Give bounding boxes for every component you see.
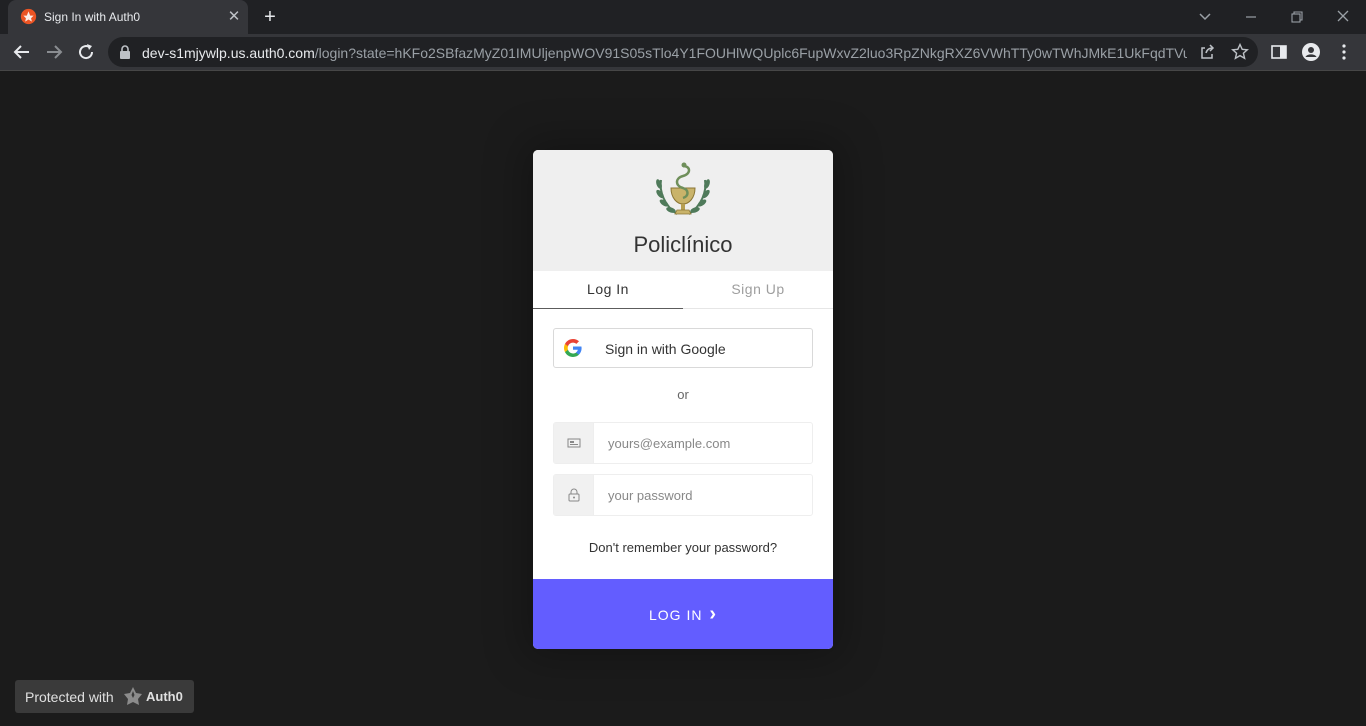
url-text: dev-s1mjywlp.us.auth0.com/login?state=hK… (142, 45, 1187, 61)
page-content: Policlínico Log In Sign Up Sign in with … (0, 71, 1366, 726)
browser-tabstrip: Sign In with Auth0 ✕ + (0, 0, 1366, 34)
auth0-favicon-icon (20, 8, 37, 25)
login-submit-button[interactable]: LOG IN › (533, 579, 833, 649)
app-name: Policlínico (633, 232, 733, 257)
tab-search-icon[interactable] (1194, 6, 1216, 28)
envelope-icon (567, 438, 581, 448)
menu-kebab-icon[interactable] (1334, 42, 1354, 62)
forgot-password-link[interactable]: Don't remember your password? (533, 540, 833, 555)
google-signin-label: Sign in with Google (605, 341, 726, 357)
forward-icon[interactable] (42, 40, 66, 64)
new-tab-button[interactable]: + (259, 6, 281, 28)
password-field (553, 474, 813, 516)
badge-text: Protected with (25, 689, 114, 705)
share-icon[interactable] (1197, 42, 1217, 62)
tab-login[interactable]: Log In (533, 271, 683, 309)
browser-tab[interactable]: Sign In with Auth0 ✕ (8, 0, 248, 34)
email-input[interactable] (595, 423, 812, 463)
auth-tabs: Log In Sign Up (533, 271, 833, 309)
protected-with-auth0-badge[interactable]: Protected with Auth0 (15, 680, 194, 713)
bookmark-star-icon[interactable] (1230, 42, 1250, 62)
minimize-icon[interactable] (1240, 6, 1262, 28)
reload-icon[interactable] (74, 40, 98, 64)
email-field (553, 422, 813, 464)
chevron-right-icon: › (709, 603, 718, 625)
restore-icon[interactable] (1286, 6, 1308, 28)
google-signin-button[interactable]: Sign in with Google (553, 328, 813, 368)
login-card: Policlínico Log In Sign Up Sign in with … (533, 150, 833, 649)
tab-signup[interactable]: Sign Up (683, 271, 833, 309)
or-separator: or (677, 387, 689, 402)
side-panel-icon[interactable] (1269, 42, 1289, 62)
browser-toolbar: dev-s1mjywlp.us.auth0.com/login?state=hK… (0, 34, 1366, 71)
password-input[interactable] (595, 475, 812, 515)
auth0-logo-icon (124, 687, 142, 705)
badge-brand: Auth0 (146, 689, 183, 704)
login-submit-label: LOG IN (648, 607, 703, 623)
close-window-icon[interactable] (1332, 6, 1354, 28)
profile-avatar-icon[interactable] (1301, 42, 1321, 62)
padlock-icon (568, 488, 580, 502)
card-header: Policlínico (533, 150, 833, 271)
tab-close-icon[interactable]: ✕ (226, 9, 242, 25)
pharmacy-logo-icon (656, 162, 710, 215)
tab-title: Sign In with Auth0 (44, 10, 141, 24)
address-bar[interactable]: dev-s1mjywlp.us.auth0.com/login?state=hK… (108, 37, 1258, 67)
google-icon (564, 339, 582, 357)
lock-icon[interactable] (119, 45, 131, 59)
back-icon[interactable] (10, 40, 34, 64)
